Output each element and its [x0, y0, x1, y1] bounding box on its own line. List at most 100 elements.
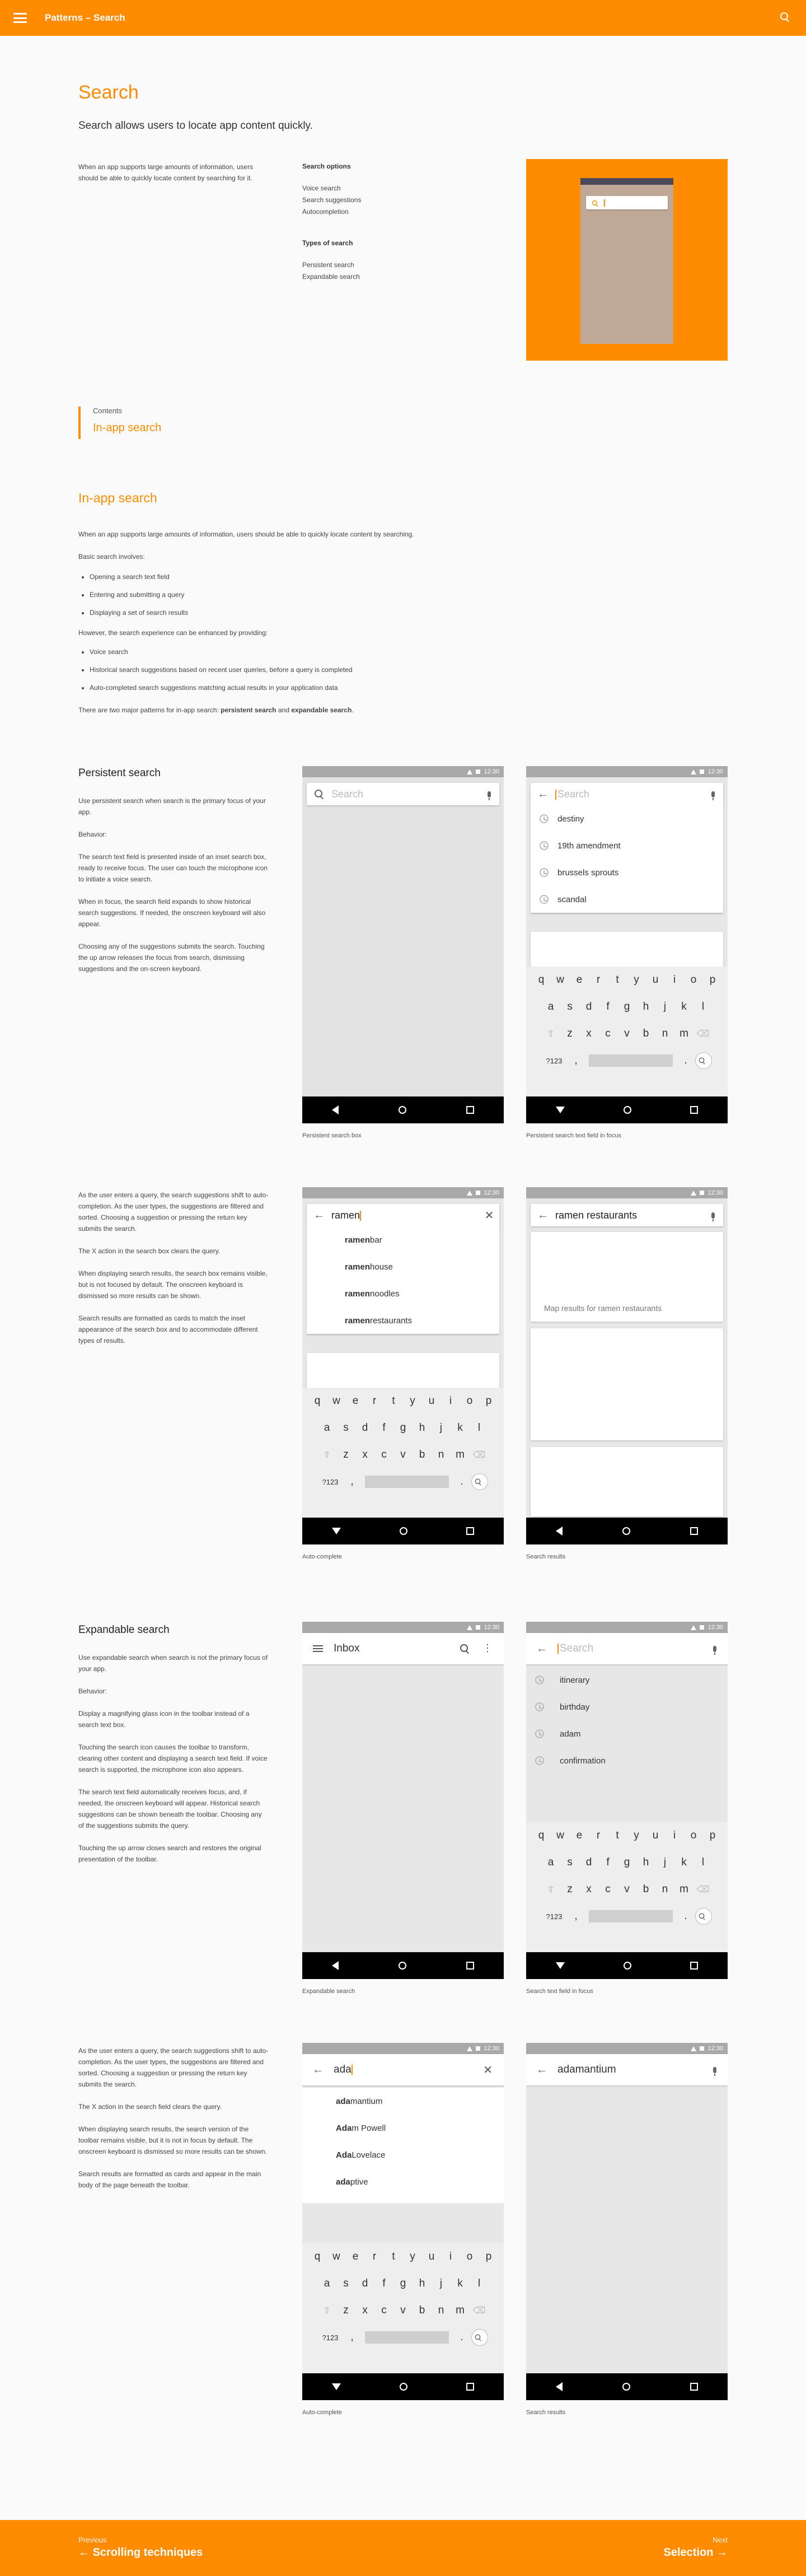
key[interactable]: q [532, 974, 551, 986]
key[interactable]: m [451, 2304, 470, 2317]
key[interactable]: b [413, 1449, 432, 1461]
search-key-icon[interactable] [471, 2329, 488, 2346]
keyboard[interactable]: q w e r t y u i o p a s d f g h j k l ⇧ z x c v b n m ⌫ ?123,. [302, 1388, 504, 1518]
key[interactable]: m [674, 1883, 693, 1896]
key[interactable]: i [665, 1830, 684, 1842]
key[interactable]: u [646, 974, 665, 986]
menu-icon[interactable] [13, 13, 27, 23]
key[interactable]: j [655, 1856, 674, 1869]
backspace-key-icon[interactable]: ⌫ [470, 2305, 489, 2316]
search-type-link[interactable]: Expandable search [302, 271, 470, 283]
back-icon[interactable] [555, 1962, 565, 1969]
key[interactable]: q [308, 2251, 327, 2263]
period-key[interactable]: . [452, 2331, 471, 2344]
search-option-link[interactable]: Search suggestions [302, 194, 470, 206]
recents-icon[interactable] [466, 2383, 475, 2391]
key[interactable]: y [403, 2251, 422, 2263]
keyboard[interactable]: q w e r t y u i o p a s d f g h j k l ⇧ z x c v b n m ⌫ ?123,. [526, 967, 728, 1096]
key[interactable]: r [365, 2251, 384, 2263]
result-card[interactable] [531, 1328, 723, 1440]
shift-key-icon[interactable]: ⇧ [541, 1028, 560, 1039]
key[interactable]: f [598, 1856, 617, 1869]
suggestion-item[interactable]: Ada m Powell [302, 2115, 504, 2141]
key[interactable]: z [336, 2304, 355, 2317]
space-key[interactable] [589, 1054, 673, 1067]
key[interactable]: v [617, 1028, 636, 1040]
recents-icon[interactable] [690, 1527, 698, 1535]
arrow-back-icon[interactable]: ← [531, 788, 555, 801]
suggestion-item[interactable]: scandal [531, 886, 723, 913]
mic-icon[interactable] [703, 1212, 723, 1221]
mic-icon[interactable] [713, 1645, 716, 1655]
key[interactable]: e [570, 974, 589, 986]
key[interactable]: s [560, 1001, 579, 1013]
key[interactable]: y [403, 1395, 422, 1407]
home-icon[interactable] [622, 1527, 630, 1535]
suggestion-item[interactable]: 19th amendment [531, 832, 723, 859]
key[interactable]: p [703, 974, 722, 986]
comma-key[interactable]: , [566, 1910, 585, 1922]
period-key[interactable]: . [676, 1054, 695, 1067]
home-icon[interactable] [623, 1106, 631, 1114]
key[interactable]: n [432, 2304, 451, 2317]
space-key[interactable] [365, 2331, 449, 2344]
symbols-key[interactable]: ?123 [318, 2334, 343, 2342]
key[interactable]: t [608, 1830, 627, 1842]
key[interactable]: t [608, 974, 627, 986]
key[interactable]: s [560, 1856, 579, 1869]
key[interactable]: u [646, 1830, 665, 1842]
symbols-key[interactable]: ?123 [318, 1478, 343, 1486]
key[interactable]: s [336, 1422, 355, 1434]
key[interactable]: d [355, 1422, 374, 1434]
key[interactable]: w [327, 1395, 346, 1407]
key[interactable]: d [579, 1856, 598, 1869]
suggestion-item[interactable]: adam [526, 1720, 728, 1747]
key[interactable]: x [355, 1449, 374, 1461]
suggestion-item[interactable]: confirmation [526, 1747, 728, 1774]
previous-link[interactable]: Previous ← Scrolling techniques [78, 2536, 203, 2559]
home-icon[interactable] [398, 1106, 406, 1114]
key[interactable]: v [617, 1883, 636, 1896]
back-icon[interactable] [331, 1528, 341, 1534]
back-icon[interactable] [332, 1105, 339, 1114]
back-icon[interactable] [556, 1527, 563, 1536]
symbols-key[interactable]: ?123 [542, 1912, 566, 1921]
search-option-link[interactable]: Autocompletion [302, 206, 470, 218]
recents-icon[interactable] [466, 1106, 474, 1114]
key[interactable]: z [560, 1883, 579, 1896]
search-box[interactable]: Search [307, 783, 499, 805]
key[interactable]: w [551, 974, 570, 986]
key[interactable]: d [579, 1001, 598, 1013]
key[interactable]: q [308, 1395, 327, 1407]
key[interactable]: j [655, 1001, 674, 1013]
key[interactable]: m [674, 1028, 693, 1040]
key[interactable]: j [432, 1422, 451, 1434]
recents-icon[interactable] [466, 1527, 475, 1535]
key[interactable]: x [579, 1028, 598, 1040]
backspace-key-icon[interactable]: ⌫ [470, 1449, 489, 1460]
recents-icon[interactable] [466, 1962, 474, 1970]
key[interactable]: g [617, 1856, 636, 1869]
mic-icon[interactable] [713, 2066, 716, 2076]
backspace-key-icon[interactable]: ⌫ [693, 1884, 713, 1895]
suggestion-item[interactable]: ramen bar [307, 1226, 499, 1253]
key[interactable]: x [579, 1883, 598, 1896]
suggestion-item[interactable]: destiny [531, 805, 723, 832]
home-icon[interactable] [622, 2383, 630, 2391]
keyboard[interactable]: q w e r t y u i o p a s d f g h j k l ⇧ z x c v b n m ⌫ ?123,. [526, 1822, 728, 1952]
menu-icon[interactable] [302, 1645, 334, 1652]
back-icon[interactable] [331, 2383, 341, 2390]
search-option-link[interactable]: Voice search [302, 183, 470, 194]
arrow-back-icon[interactable]: ← [307, 1209, 331, 1222]
key[interactable]: r [365, 1395, 384, 1407]
key[interactable]: u [422, 2251, 441, 2263]
key[interactable]: o [684, 1830, 703, 1842]
suggestion-item[interactable]: ramen house [307, 1253, 499, 1280]
key[interactable]: i [441, 1395, 460, 1407]
key[interactable]: a [317, 2278, 336, 2290]
key[interactable]: o [684, 974, 703, 986]
search-key-icon[interactable] [471, 1473, 488, 1490]
result-card[interactable] [531, 1447, 723, 1516]
key[interactable]: a [317, 1422, 336, 1434]
mic-icon[interactable] [703, 791, 723, 800]
